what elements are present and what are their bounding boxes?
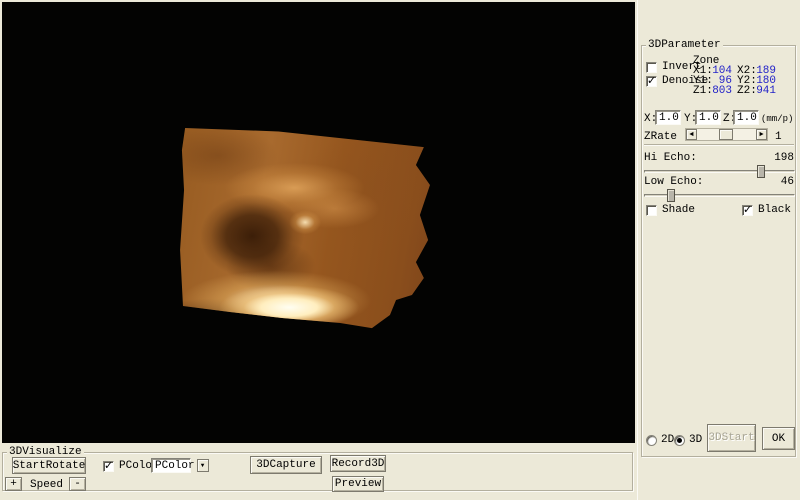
visualize-panel: 3DVisualize StartRotate + Speed - ✓ PCol…: [0, 443, 637, 500]
mode-3d-radio-label: 3D: [689, 434, 702, 446]
mode-2d-radio-label: 2D: [661, 434, 674, 446]
zrate-scrollbar[interactable]: ◄ ►: [685, 128, 768, 141]
3dcapture-button[interactable]: 3DCapture: [250, 456, 322, 474]
scale-x-input[interactable]: 1.0: [655, 110, 681, 125]
zrate-right-arrow-icon[interactable]: ►: [756, 129, 767, 140]
zrate-value: 1: [775, 131, 782, 143]
zrate-left-arrow-icon[interactable]: ◄: [686, 129, 697, 140]
ok-button[interactable]: OK: [762, 427, 795, 450]
denoise-checkbox-box: ✓: [646, 76, 657, 87]
mode-3d-radio[interactable]: 3D: [674, 434, 702, 446]
app-window: { "param_panel": { "title": "3DParameter…: [0, 0, 800, 500]
chevron-down-icon[interactable]: ▼: [197, 459, 209, 472]
scale-unit-label: (mm/p): [761, 114, 793, 124]
3dstart-button[interactable]: 3DStart: [707, 424, 756, 452]
check-icon: ✓: [743, 203, 752, 216]
black-checkbox-label: Black: [758, 204, 791, 216]
zone-z2-value: 941: [748, 85, 776, 97]
check-icon: ✓: [104, 459, 113, 472]
preview-button[interactable]: Preview: [332, 476, 384, 492]
zrate-label: ZRate: [644, 131, 677, 143]
parameter-groupbox: 3DParameter ✓ Invert ✓ Denoise Zone X1: …: [641, 45, 796, 457]
invert-checkbox-box: ✓: [646, 62, 657, 73]
speed-label: Speed: [30, 479, 63, 491]
zrate-thumb[interactable]: [719, 129, 733, 140]
scale-z-input[interactable]: 1.0: [733, 110, 759, 125]
ultrasound-volume-image: [170, 105, 435, 335]
speed-plus-button[interactable]: +: [5, 477, 22, 491]
scale-y-input[interactable]: 1.0: [695, 110, 721, 125]
pcolor-checkbox-box: ✓: [103, 461, 114, 472]
zrate-track[interactable]: [697, 129, 756, 140]
hi-echo-label: Hi Echo:: [644, 152, 697, 164]
speed-minus-button[interactable]: -: [69, 477, 86, 491]
parameter-panel: 3DParameter ✓ Invert ✓ Denoise Zone X1: …: [637, 0, 800, 500]
black-checkbox-box: ✓: [742, 205, 753, 216]
low-echo-slider-thumb[interactable]: [667, 189, 675, 202]
low-echo-label: Low Echo:: [644, 176, 703, 188]
shade-checkbox-box: ✓: [646, 205, 657, 216]
radio-circle: [674, 435, 685, 446]
shade-checkbox[interactable]: ✓ Shade: [646, 204, 695, 216]
pcolor-dropdown-value: PColor: [152, 459, 197, 472]
render-viewport[interactable]: [2, 2, 635, 443]
low-echo-slider[interactable]: [644, 189, 795, 202]
black-checkbox[interactable]: ✓ Black: [742, 204, 791, 216]
hi-echo-slider-track[interactable]: [644, 170, 795, 173]
parameter-group-title: 3DParameter: [646, 39, 723, 51]
radio-circle: [646, 435, 657, 446]
start-rotate-button[interactable]: StartRotate: [12, 457, 86, 474]
section-divider: [644, 144, 794, 146]
shade-checkbox-label: Shade: [662, 204, 695, 216]
zone-z1-value: 803: [704, 85, 732, 97]
check-icon: ✓: [647, 74, 656, 87]
low-echo-value: 46: [762, 176, 794, 188]
radio-dot-icon: [677, 438, 682, 443]
mode-2d-radio[interactable]: 2D: [646, 434, 674, 446]
record3d-button[interactable]: Record3D: [330, 455, 386, 472]
pcolor-dropdown[interactable]: PColor ▼: [151, 458, 191, 473]
hi-echo-value: 198: [762, 152, 794, 164]
